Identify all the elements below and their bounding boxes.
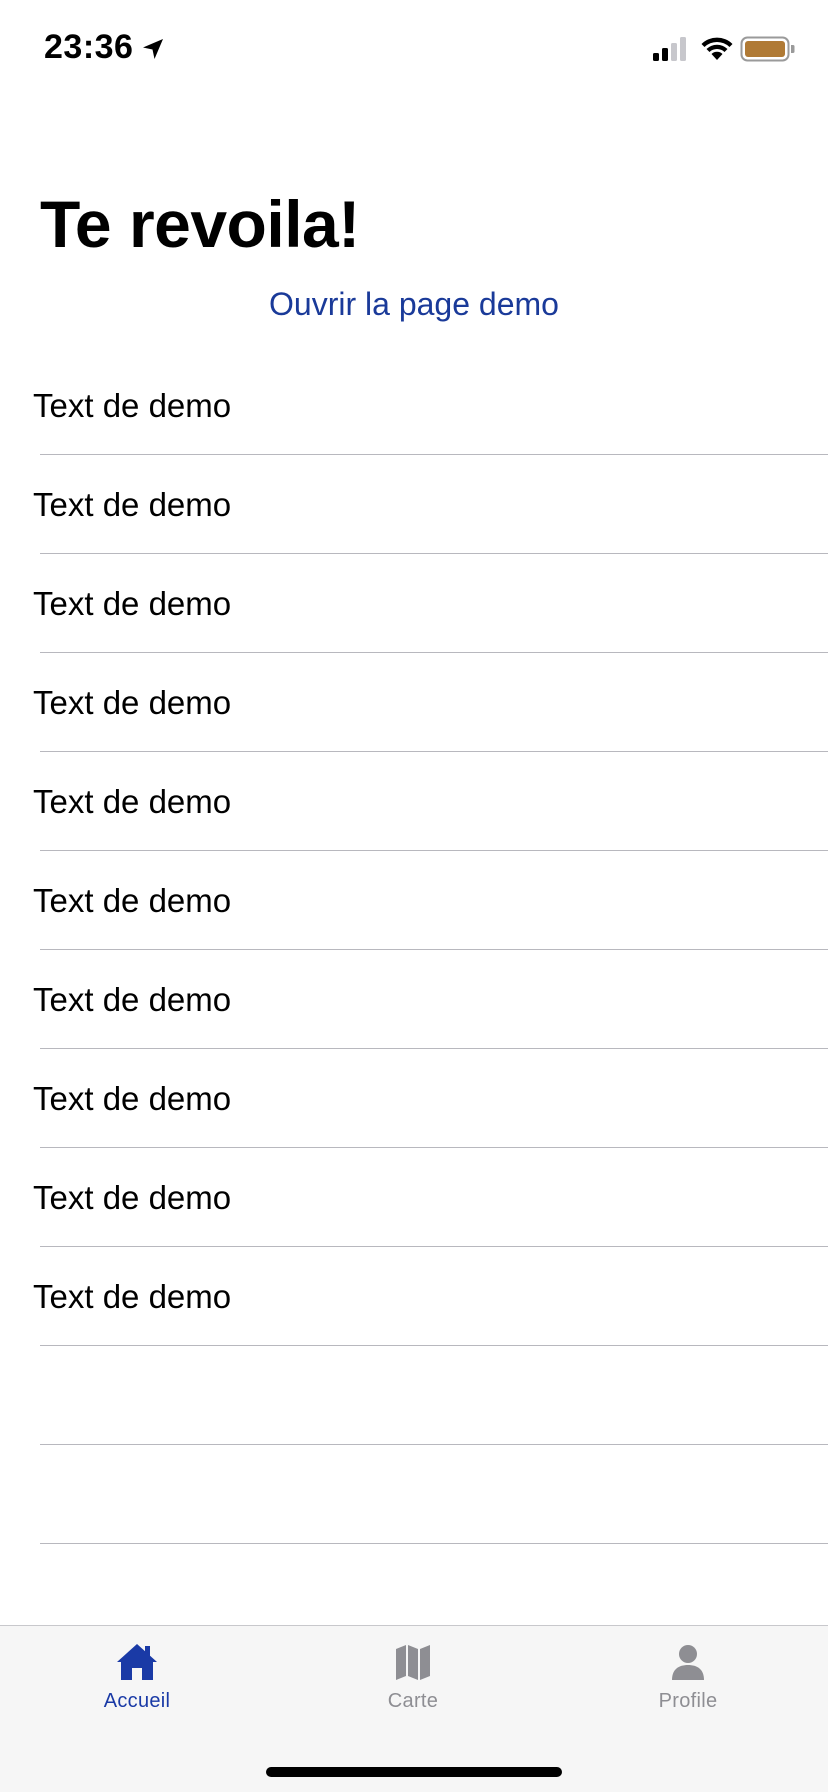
home-indicator[interactable] xyxy=(266,1767,562,1777)
open-demo-page-link[interactable]: Ouvrir la page demo xyxy=(0,284,828,324)
list-item[interactable]: Text de demo xyxy=(33,554,828,653)
tab-profile[interactable]: Profile xyxy=(588,1642,788,1713)
tab-accueil[interactable]: Accueil xyxy=(37,1642,237,1713)
list-item-label: Text de demo xyxy=(33,486,232,523)
demo-list: Text de demo Text de demo Text de demo T… xyxy=(0,356,828,1544)
list-item-label: Text de demo xyxy=(33,882,232,919)
list-item-empty[interactable] xyxy=(40,1346,828,1445)
location-arrow-icon xyxy=(143,39,163,59)
list-item[interactable]: Text de demo xyxy=(33,1049,828,1148)
list-item-label: Text de demo xyxy=(33,585,232,622)
home-icon xyxy=(117,1644,157,1680)
list-item[interactable]: Text de demo xyxy=(33,1247,828,1346)
battery-icon xyxy=(740,36,795,62)
list-item-label: Text de demo xyxy=(33,1278,232,1315)
list-item[interactable]: Text de demo xyxy=(33,950,828,1049)
cellular-signal-icon xyxy=(653,37,686,61)
list-item[interactable]: Text de demo xyxy=(33,1148,828,1247)
list-item[interactable]: Text de demo xyxy=(33,752,828,851)
list-item-empty[interactable] xyxy=(40,1445,828,1544)
list-item[interactable]: Text de demo xyxy=(33,455,828,554)
person-icon xyxy=(672,1645,704,1680)
list-item-label: Text de demo xyxy=(33,1080,232,1117)
map-icon xyxy=(396,1645,430,1680)
tab-carte[interactable]: Carte xyxy=(313,1642,513,1713)
list-item-label: Text de demo xyxy=(33,1179,232,1216)
page-title: Te revoila! xyxy=(40,187,360,261)
status-time: 23:36 xyxy=(44,28,134,66)
list-item[interactable]: Text de demo xyxy=(33,851,828,950)
list-item[interactable]: Text de demo xyxy=(33,356,828,455)
tab-label: Accueil xyxy=(103,1690,171,1712)
tab-label: Profile xyxy=(658,1690,718,1712)
status-bar: 23:36 xyxy=(0,0,828,100)
list-item[interactable]: Text de demo xyxy=(33,653,828,752)
list-item-label: Text de demo xyxy=(33,387,232,424)
list-item-label: Text de demo xyxy=(33,981,232,1018)
wifi-icon xyxy=(701,37,733,60)
list-item-label: Text de demo xyxy=(33,684,232,721)
list-item-label: Text de demo xyxy=(33,783,232,820)
tab-label: Carte xyxy=(387,1690,439,1712)
